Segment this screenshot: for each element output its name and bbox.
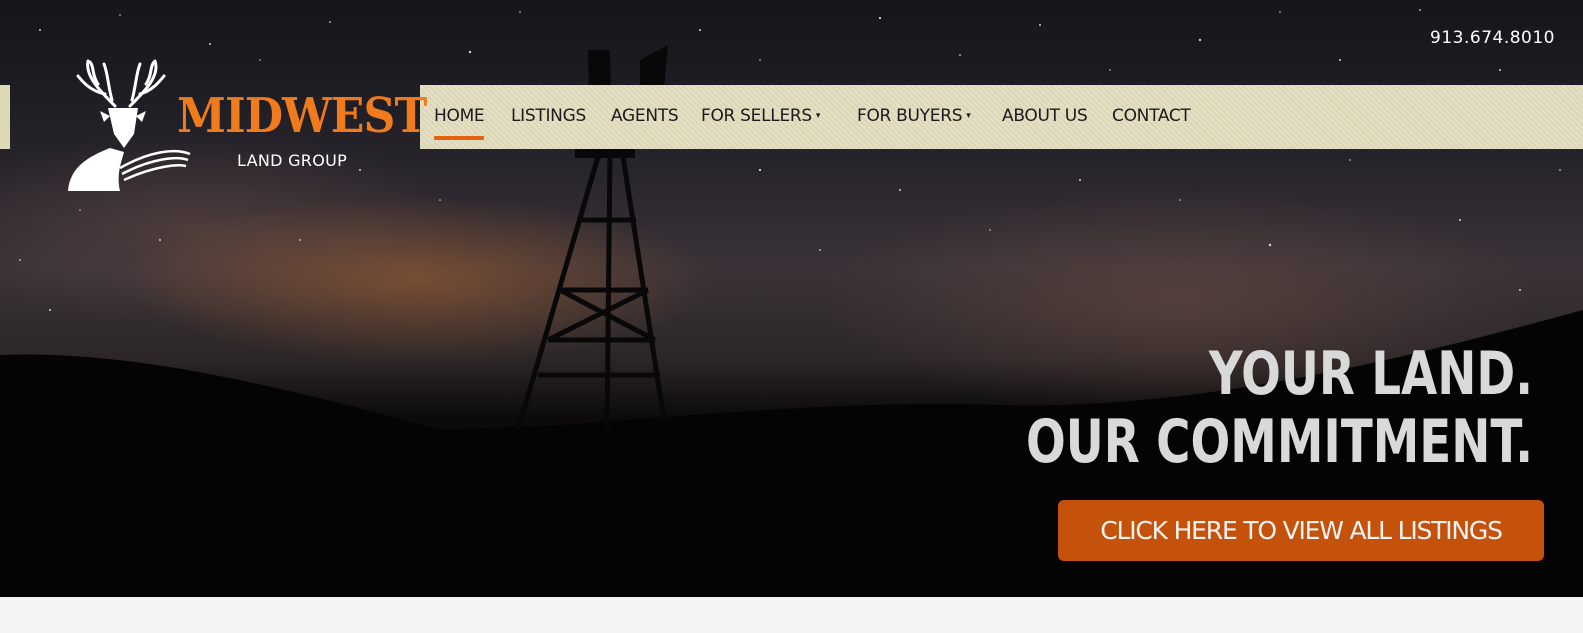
nav-item-label: HOME	[434, 106, 485, 126]
nav-bar-left-stub	[0, 85, 10, 149]
nav-item-agents[interactable]: AGENTS	[611, 85, 679, 149]
main-nav: HOME LISTINGS AGENTS FOR SELLERS ▾ FOR BU…	[420, 85, 1583, 149]
nav-item-about-us[interactable]: ABOUT US	[1002, 85, 1088, 149]
nav-item-label: FOR BUYERS	[857, 106, 963, 126]
nav-item-label: ABOUT US	[1002, 106, 1088, 126]
nav-item-listings[interactable]: LISTINGS	[511, 85, 586, 149]
nav-item-home[interactable]: HOME	[434, 85, 485, 149]
hero-tagline: YOUR LAND. OUR COMMITMENT.	[1026, 340, 1533, 476]
nav-item-for-buyers[interactable]: FOR BUYERS ▾	[857, 85, 971, 149]
chevron-down-icon: ▾	[815, 111, 821, 121]
logo-subtitle: LAND GROUP	[237, 151, 348, 170]
chevron-down-icon: ▾	[966, 111, 971, 121]
nav-item-for-sellers[interactable]: FOR SELLERS ▾	[701, 85, 820, 149]
tagline-line-2: OUR COMMITMENT.	[1025, 407, 1533, 477]
tagline-line-1: YOUR LAND.	[1208, 339, 1533, 409]
logo-wordmark: MIDWEST	[177, 88, 427, 144]
view-all-listings-button[interactable]: CLICK HERE TO VIEW ALL LISTINGS	[1058, 500, 1544, 561]
nav-item-label: FOR SELLERS	[701, 106, 812, 126]
nav-item-contact[interactable]: CONTACT	[1112, 85, 1191, 149]
page-content-area	[0, 597, 1583, 633]
nav-item-label: LISTINGS	[511, 106, 586, 126]
nav-item-label: CONTACT	[1112, 106, 1191, 126]
nav-item-label: AGENTS	[611, 106, 679, 126]
phone-number[interactable]: 913.674.8010	[1430, 28, 1555, 48]
